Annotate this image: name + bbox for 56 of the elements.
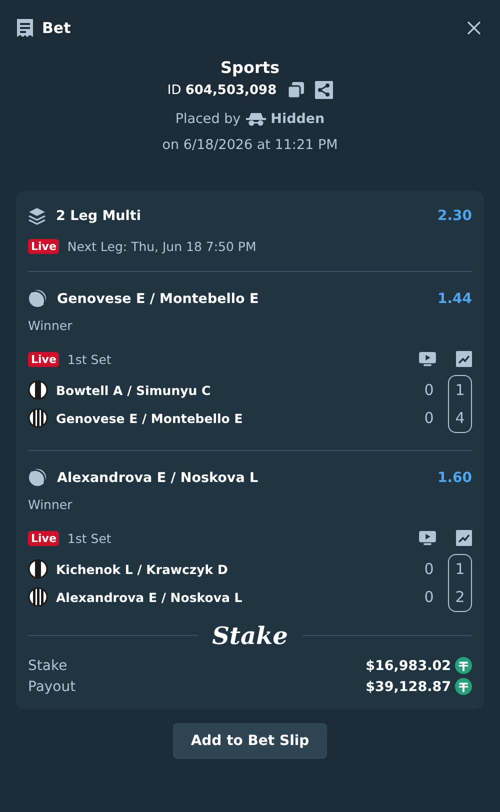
striped-shirt-icon: [28, 587, 48, 607]
live-badge: Live: [28, 530, 60, 546]
close-icon[interactable]: [466, 20, 482, 36]
incognito-icon: [246, 112, 266, 126]
game-score: 0: [424, 559, 434, 579]
match-title: Alexandrova E / Noskova L: [57, 470, 258, 486]
tennis-ball-icon: [28, 289, 47, 308]
team-name: Bowtell A / Simunyu C: [56, 382, 211, 398]
set-score: 4: [455, 408, 465, 428]
leg-odds: 1.60: [437, 470, 472, 486]
total-label: Stake: [28, 658, 68, 674]
multi-title: 2 Leg Multi: [56, 208, 141, 224]
total-amount: $39,128.87: [366, 678, 451, 694]
period-label: 1st Set: [67, 530, 112, 546]
dialog-title: Bet: [42, 19, 71, 37]
total-odds: 2.30: [437, 208, 472, 224]
set-score: 1: [455, 380, 465, 400]
period-label: 1st Set: [67, 352, 112, 366]
tv-icon[interactable]: [419, 530, 436, 546]
layers-icon: [28, 207, 46, 225]
shirt-icon: [28, 559, 48, 579]
receipt-icon: [16, 18, 34, 38]
tv-icon[interactable]: [419, 352, 436, 366]
placed-date: on 6/18/2026 at 11:21 PM: [162, 137, 338, 153]
total-amount: $16,983.02: [366, 658, 451, 674]
match-title: Genovese E / Montebello E: [57, 290, 259, 306]
live-badge: Live: [28, 352, 60, 366]
game-score: 0: [424, 408, 434, 428]
add-to-bet-slip-button[interactable]: Add to Bet Slip: [172, 723, 328, 759]
user-name: Hidden: [270, 111, 325, 127]
market-name: Winner: [28, 497, 74, 512]
set-score: 2: [455, 587, 465, 607]
leg-odds: 1.44: [437, 290, 472, 306]
total-label: Payout: [28, 678, 77, 694]
tether-coin-icon: [455, 678, 472, 695]
game-score: 0: [424, 380, 434, 400]
next-leg-time: Next Leg: Thu, Jun 18 7:50 PM: [67, 239, 256, 254]
tennis-ball-icon: [28, 468, 47, 487]
shirt-icon: [28, 380, 48, 400]
set-score: 1: [455, 559, 465, 579]
bet-id: ID 604,503,098: [167, 82, 277, 98]
team-name: Genovese E / Montebello E: [56, 410, 243, 426]
share-icon[interactable]: [314, 81, 333, 99]
team-name: Kichenok L / Krawczyk D: [56, 562, 228, 576]
tether-coin-icon: [455, 657, 472, 674]
live-badge: Live: [28, 239, 60, 254]
market-name: Winner: [28, 318, 74, 333]
striped-shirt-icon: [28, 408, 48, 428]
game-score: 0: [424, 587, 434, 607]
bet-category: Sports: [220, 58, 280, 77]
copy-icon[interactable]: [286, 81, 305, 99]
chart-icon[interactable]: [456, 351, 472, 367]
chart-icon[interactable]: [456, 530, 472, 546]
team-name: Alexandrova E / Noskova L: [56, 590, 242, 604]
placed-by-label: Placed by: [175, 111, 241, 127]
brand-logo: Stake: [212, 621, 288, 650]
